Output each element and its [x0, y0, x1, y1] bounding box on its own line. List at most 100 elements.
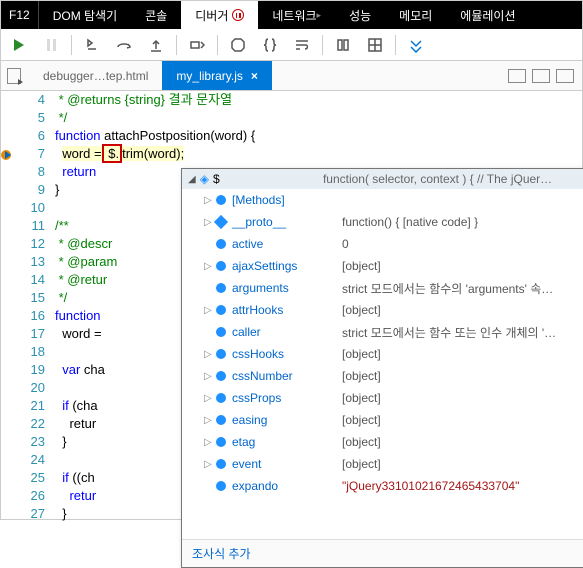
- inspector-row[interactable]: ▷ cssHooks[object]: [182, 343, 583, 365]
- expand-icon[interactable]: ▷: [204, 195, 216, 206]
- inspector-row[interactable]: active0: [182, 233, 583, 255]
- inspector-row[interactable]: ▷ attrHooks[object]: [182, 299, 583, 321]
- dot-icon: [216, 327, 226, 337]
- inspector-row[interactable]: ▷easing[object]: [182, 409, 583, 431]
- property-value: [object]: [342, 347, 583, 361]
- inspector-row[interactable]: callerstrict 모드에서는 함수 또는 인수 개체의 '…: [182, 321, 583, 343]
- break-icon: [189, 37, 205, 53]
- devtools-tab[interactable]: 에뮬레이션: [446, 1, 529, 29]
- property-value: [object]: [342, 303, 583, 317]
- step-in-icon: [84, 37, 100, 53]
- property-name: attrHooks: [232, 303, 342, 317]
- exception-button[interactable]: [224, 31, 252, 59]
- step-out-icon: [148, 37, 164, 53]
- step-in-button[interactable]: [78, 31, 106, 59]
- debugger-paused-icon: [232, 9, 244, 21]
- property-name: __proto__: [232, 215, 342, 229]
- diamond-icon: ◈: [200, 172, 209, 186]
- expand-icon[interactable]: ▷: [204, 261, 216, 272]
- file-tab-inactive[interactable]: debugger…tep.html: [29, 61, 162, 90]
- property-name: event: [232, 457, 342, 471]
- word-wrap-button[interactable]: [288, 31, 316, 59]
- open-document-icon[interactable]: [7, 68, 21, 84]
- inspector-row[interactable]: ▷event[object]: [182, 453, 583, 475]
- expand-icon[interactable]: ▷: [204, 393, 216, 404]
- braces-icon: [262, 37, 278, 53]
- dot-icon: [216, 349, 226, 359]
- dot-icon: [216, 437, 226, 447]
- expand-icon[interactable]: ▷: [204, 437, 216, 448]
- property-value: [object]: [342, 413, 583, 427]
- play-icon: [14, 39, 24, 51]
- inspector-row[interactable]: ▷cssNumber[object]: [182, 365, 583, 387]
- break-new-worker-button[interactable]: [183, 31, 211, 59]
- devtools-tab[interactable]: 네트워크 ▸: [258, 1, 335, 29]
- library-icon: [335, 37, 351, 53]
- property-name: active: [232, 237, 342, 251]
- step-out-button[interactable]: [142, 31, 170, 59]
- devtools-tab[interactable]: DOM 탐색기: [39, 1, 131, 29]
- inspector-row[interactable]: argumentsstrict 모드에서는 함수의 'arguments' 속…: [182, 277, 583, 299]
- pin-icon[interactable]: [532, 69, 550, 83]
- layout-icon[interactable]: [556, 69, 574, 83]
- code-line[interactable]: */: [55, 109, 582, 127]
- expand-icon[interactable]: ▷: [204, 349, 216, 360]
- close-icon[interactable]: ×: [251, 69, 258, 83]
- compare-icon[interactable]: [508, 69, 526, 83]
- devtools-tab[interactable]: 디버거: [181, 1, 258, 29]
- expand-icon[interactable]: ▷: [204, 415, 216, 426]
- dot-icon: [216, 239, 226, 249]
- devtools-tab[interactable]: 콘솔: [131, 1, 181, 29]
- toggle-source-map-button[interactable]: [361, 31, 389, 59]
- f12-label: F12: [1, 1, 39, 29]
- code-line[interactable]: word = $.trim(word);: [55, 145, 582, 163]
- property-name: ajaxSettings: [232, 259, 342, 273]
- inspector-row[interactable]: ▷ ajaxSettings[object]: [182, 255, 583, 277]
- file-tab-active[interactable]: my_library.js ×: [162, 61, 271, 90]
- line-gutter: 4567891011121314151617181920212223242526…: [1, 91, 55, 519]
- property-value: [object]: [342, 435, 583, 449]
- continue-button[interactable]: [5, 31, 33, 59]
- step-over-button[interactable]: [110, 31, 138, 59]
- popup-body[interactable]: ▷[Methods]▷__proto__function() { [native…: [182, 189, 583, 539]
- dropdown-button[interactable]: [402, 31, 430, 59]
- property-name: arguments: [232, 281, 342, 295]
- property-value: "jQuery33101021672465433704": [342, 479, 583, 493]
- code-line[interactable]: * @returns {string} 결과 문자열: [55, 91, 582, 109]
- devtools-tabbar: F12 DOM 탐색기콘솔디버거네트워크 ▸성능메모리에뮬레이션: [1, 1, 582, 29]
- pause-button[interactable]: [37, 31, 65, 59]
- dot-icon: [216, 195, 226, 205]
- inspector-row[interactable]: ▷cssProps[object]: [182, 387, 583, 409]
- inspector-row[interactable]: expando"jQuery33101021672465433704": [182, 475, 583, 497]
- add-watch-link[interactable]: 조사식 추가: [182, 539, 583, 567]
- property-value: function() { [native code] }: [342, 215, 583, 229]
- debugger-toolbar: [1, 29, 582, 61]
- pretty-print-button[interactable]: [256, 31, 284, 59]
- collapse-icon[interactable]: ◢: [188, 174, 196, 185]
- expand-icon[interactable]: ▷: [204, 371, 216, 382]
- breakpoint-marker-icon[interactable]: [0, 148, 13, 162]
- diamond-icon: [214, 215, 228, 229]
- inspector-row[interactable]: ▷[Methods]: [182, 189, 583, 211]
- property-name: expando: [232, 479, 342, 493]
- code-content: * @returns {string} 결과 문자열 */function at…: [55, 91, 582, 519]
- expand-icon[interactable]: ▷: [204, 305, 216, 316]
- inspector-row[interactable]: ▷__proto__function() { [native code] }: [182, 211, 583, 233]
- step-over-icon: [116, 37, 132, 53]
- inspector-row[interactable]: ▷etag[object]: [182, 431, 583, 453]
- stop-icon: [230, 37, 246, 53]
- code-editor[interactable]: 4567891011121314151617181920212223242526…: [1, 91, 582, 519]
- wrap-icon: [294, 37, 310, 53]
- code-line[interactable]: function attachPostposition(word) {: [55, 127, 582, 145]
- dot-icon: [216, 371, 226, 381]
- property-value: [object]: [342, 391, 583, 405]
- property-name: caller: [232, 325, 342, 339]
- expand-icon[interactable]: ▷: [204, 459, 216, 470]
- devtools-tab[interactable]: 메모리: [385, 1, 446, 29]
- dot-icon: [216, 261, 226, 271]
- property-value: [object]: [342, 259, 583, 273]
- devtools-tab[interactable]: 성능: [335, 1, 385, 29]
- toggle-just-my-code-button[interactable]: [329, 31, 357, 59]
- popup-header[interactable]: ◢ ◈ $ function( selector, context ) { //…: [182, 169, 583, 189]
- property-name: cssHooks: [232, 347, 342, 361]
